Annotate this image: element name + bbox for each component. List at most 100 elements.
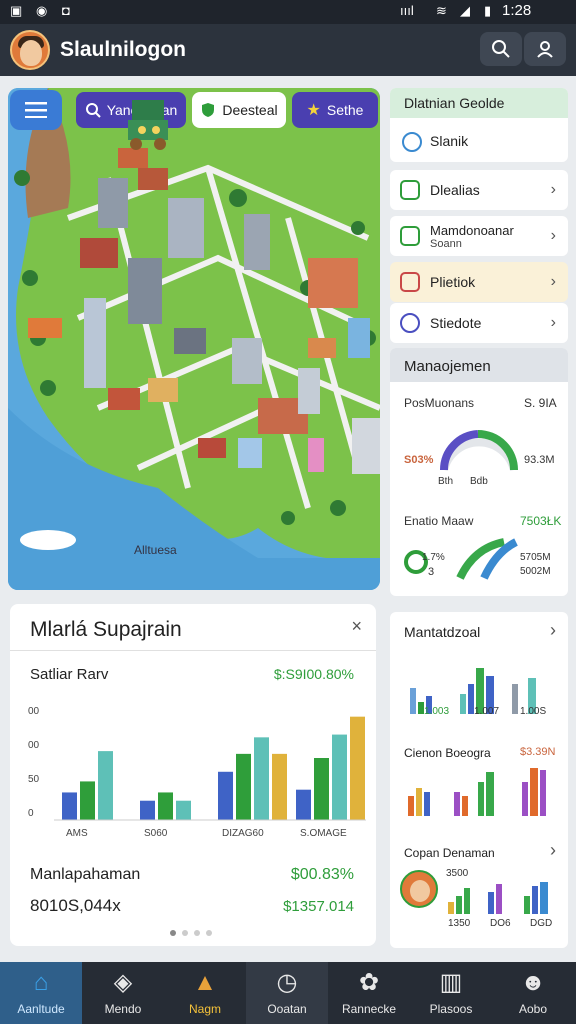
row-item-1[interactable]: Dlealias › bbox=[390, 170, 568, 210]
nav-item-compass[interactable]: ◈ Mendo bbox=[82, 962, 164, 1024]
chart-label: 1.00S bbox=[520, 706, 547, 717]
bar[interactable] bbox=[80, 781, 95, 820]
building-icon: ▥ bbox=[439, 969, 463, 996]
nav-item-gear[interactable]: ✿ Rannecke bbox=[328, 962, 410, 1024]
shield-icon bbox=[202, 103, 215, 117]
bottom-title: Manlapahaman bbox=[30, 866, 141, 883]
geolocation-card[interactable]: Dlatnian Geolde Slanik bbox=[128, 88, 568, 162]
app-title: Slaulnilogon bbox=[60, 38, 186, 61]
section-title: Copan Denaman bbox=[404, 846, 495, 860]
nav-item-building[interactable]: ▥ Plasoos bbox=[410, 962, 492, 1024]
person-icon bbox=[537, 41, 553, 58]
bottom-sub: 8010S,044x bbox=[30, 896, 121, 915]
bar[interactable] bbox=[254, 737, 269, 820]
nav-label: Rannecke bbox=[341, 1002, 397, 1016]
camera-notification-icon: ◉ bbox=[36, 3, 48, 18]
search-button[interactable] bbox=[480, 32, 522, 66]
chart-value: $:S9I00.80% bbox=[273, 666, 354, 682]
bar[interactable] bbox=[140, 800, 155, 820]
row-item-3[interactable]: Plietiok › bbox=[390, 262, 568, 302]
gauge-left: 3 bbox=[428, 566, 435, 578]
bar[interactable] bbox=[62, 792, 77, 820]
chip-star[interactable]: ★ Sethe bbox=[292, 92, 378, 128]
nav-item-home[interactable]: ⌂ Aanltude bbox=[0, 962, 82, 1024]
avatar bbox=[400, 870, 438, 908]
gauge-foot: Bdb bbox=[470, 476, 488, 487]
section-value: $3.39N bbox=[520, 746, 556, 758]
bar[interactable] bbox=[272, 753, 287, 820]
chevron-right-icon: › bbox=[550, 620, 556, 640]
y-tick-label: 00 bbox=[28, 706, 40, 717]
robot-icon bbox=[128, 100, 168, 150]
gauge-title: Enatio Maaw bbox=[404, 514, 474, 528]
bar[interactable] bbox=[350, 716, 365, 820]
gauge-title: PosMuonans bbox=[404, 396, 475, 410]
home-icon: ⌂ bbox=[33, 969, 49, 996]
card-title: Dlatnian Geolde bbox=[404, 95, 505, 111]
battery-icon: ▮ bbox=[484, 3, 492, 18]
gauge-foot: Bth bbox=[438, 476, 454, 487]
nav-label: Plasoos bbox=[429, 1002, 473, 1016]
bar[interactable] bbox=[158, 792, 173, 820]
bar[interactable] bbox=[98, 751, 113, 820]
map-label: Alltuesa bbox=[134, 543, 177, 557]
clock-icon: ◷ bbox=[276, 969, 298, 996]
management-card: Manaojemen PosMuonans S. 9IA S03% 93.3M … bbox=[390, 348, 568, 596]
hamburger-icon bbox=[25, 102, 47, 118]
bar[interactable] bbox=[218, 771, 233, 820]
list-icon bbox=[400, 226, 420, 246]
gauge-right: 93.3M bbox=[524, 454, 555, 466]
avatar[interactable] bbox=[10, 30, 50, 70]
bar[interactable] bbox=[314, 758, 329, 820]
chevron-right-icon: › bbox=[550, 314, 556, 331]
row-sub: Soann bbox=[430, 237, 462, 250]
card-title: Manaojemen bbox=[404, 358, 491, 375]
status-bar: ▣ ◉ ◘ ıııl ≋ ◢ ▮ 1:28 bbox=[0, 0, 576, 24]
lighthouse-icon: ▲ bbox=[193, 969, 217, 996]
x-tick-label: S060 bbox=[144, 828, 168, 839]
nav-label: Ooatan bbox=[267, 1002, 307, 1016]
row-item-4[interactable]: Stiedote › bbox=[390, 303, 568, 343]
gauge-right: 5002M bbox=[520, 566, 551, 577]
nav-item-clock[interactable]: ◷ Ooatan bbox=[246, 962, 328, 1024]
bottom-value: $00.83% bbox=[290, 866, 354, 883]
card-title: Mantatdzoal bbox=[404, 624, 481, 640]
nav-item-person[interactable]: ☻ Aobo bbox=[492, 962, 574, 1024]
chart-label: DO6 bbox=[490, 918, 511, 929]
bar[interactable] bbox=[236, 753, 251, 820]
pager-dots[interactable] bbox=[170, 930, 212, 936]
row-label: Stiedote bbox=[430, 315, 482, 331]
status-time: 1:28 bbox=[502, 2, 532, 19]
chevron-right-icon: › bbox=[550, 181, 556, 198]
star-icon: ★ bbox=[306, 102, 321, 119]
nav-label: Aobo bbox=[518, 1002, 548, 1016]
chip-shield[interactable]: Deesteal bbox=[192, 92, 286, 128]
mini-chart-2 bbox=[408, 768, 546, 816]
person-icon: ☻ bbox=[520, 969, 546, 996]
city-map[interactable]: Alltuesa bbox=[8, 88, 380, 590]
profile-button[interactable] bbox=[524, 32, 566, 66]
chart-label: 1.007 bbox=[474, 706, 500, 717]
x-tick-label: S.OMAGE bbox=[300, 828, 347, 839]
chevron-right-icon: › bbox=[550, 840, 556, 860]
supply-chart-card[interactable]: Mlarlá Supajrain × Satliar Rarv $:S9I00.… bbox=[10, 604, 376, 946]
nav-label: Aanltude bbox=[17, 1002, 65, 1016]
menu-button[interactable] bbox=[10, 90, 62, 130]
city-map-illustration: Alltuesa bbox=[8, 88, 380, 590]
card-item: Slanik bbox=[430, 133, 469, 149]
chart-label: 1.003 bbox=[424, 706, 450, 717]
bar[interactable] bbox=[296, 789, 311, 820]
close-icon[interactable]: × bbox=[351, 616, 362, 637]
chart-label: DGD bbox=[530, 918, 553, 929]
bar[interactable] bbox=[332, 734, 347, 820]
bar-chart: 00 00 50 0 AMS S060 DIZAG60 S.OMAGE bbox=[28, 706, 366, 839]
row-item-2[interactable]: Mamdonoanar Soann › bbox=[390, 216, 568, 256]
bar[interactable] bbox=[176, 800, 191, 820]
chart-subtitle: Satliar Rarv bbox=[30, 666, 109, 683]
stats-card[interactable]: Mantatdzoal › 1.003 1.007 1.00S Cienon B… bbox=[390, 612, 568, 948]
x-tick-label: AMS bbox=[66, 828, 88, 839]
nav-item-lighthouse[interactable]: ▲ Nagm bbox=[164, 962, 246, 1024]
nav-label: Nagm bbox=[188, 1002, 221, 1016]
nav-label: Mendo bbox=[104, 1002, 142, 1016]
circle-icon bbox=[400, 313, 420, 333]
